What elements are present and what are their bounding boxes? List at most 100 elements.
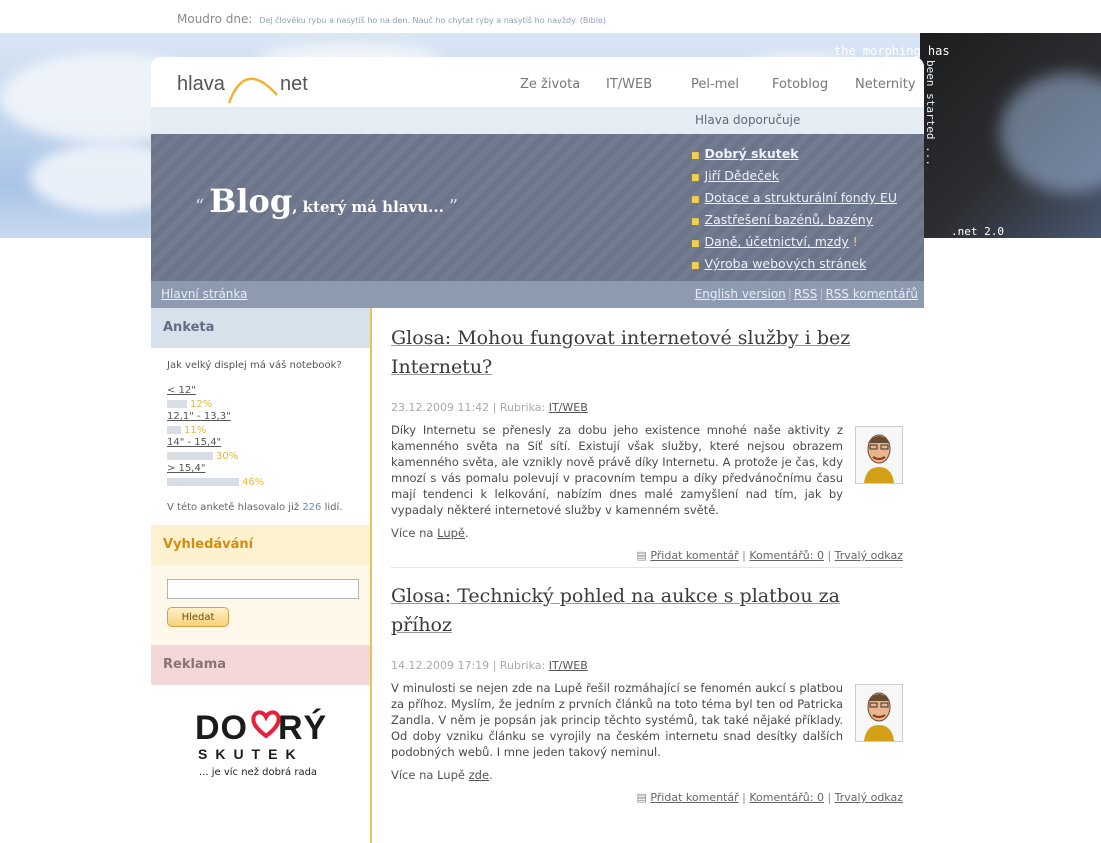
article: Glosa: Technický pohled na aukce s platb…: [391, 568, 903, 804]
poll-result-3: 30%: [167, 450, 354, 462]
article-list: Glosa: Mohou fungovat internetové služby…: [391, 308, 903, 804]
poll-question: Jak velký displej má váš notebook?: [167, 360, 342, 371]
nav-item-neternity[interactable]: Neternity: [855, 77, 916, 92]
poll-option-3[interactable]: 14" - 15,4": [167, 437, 354, 448]
read-more-suffix: .: [489, 768, 493, 782]
tagline-open-quote: “: [195, 196, 205, 217]
article-rubric-label: | Rubrika:: [492, 659, 546, 672]
comments-count-link[interactable]: Komentářů: 0: [749, 549, 824, 562]
ad-brand-line2: SKUTEK: [198, 746, 304, 762]
article-actions: ▤ Přidat komentář | Komentářů: 0 | Trval…: [636, 791, 903, 804]
recommend-item[interactable]: ■ Výroba webových stránek: [691, 254, 897, 276]
poll-percent: 12%: [190, 398, 213, 410]
tagline-blog: Blog: [209, 182, 293, 220]
poll-bar: [167, 426, 181, 434]
poll-option-2[interactable]: 12,1" - 13,3": [167, 411, 354, 422]
recommend-link[interactable]: Daně, účetnictví, mzdy: [705, 234, 849, 249]
poll-option-1[interactable]: < 12": [167, 385, 354, 396]
poll-bar: [167, 400, 187, 408]
english-version-link[interactable]: English version: [695, 287, 786, 301]
poll-votes: V této anketě hlasovalo již 226 lidí.: [167, 502, 354, 525]
ad-brand-a: DO: [195, 709, 248, 747]
morphing-text-vertical: been started ...: [924, 60, 937, 166]
add-comment-link[interactable]: Přidat komentář: [650, 549, 738, 562]
ad-brand-b: RÝ: [278, 709, 328, 747]
recommend-item[interactable]: ■ Daně, účetnictví, mzdy !: [691, 232, 897, 254]
comment-icon: ▤: [636, 791, 647, 804]
read-more-suffix: .: [464, 526, 469, 540]
article-rubric-label: | Rubrika:: [492, 401, 546, 414]
recommend-link[interactable]: Jiří Dědeček: [705, 168, 780, 183]
read-more-link[interactable]: Lupě: [437, 526, 465, 540]
article-body: Díky Internetu se přenesly za dobu jeho …: [391, 422, 903, 518]
poll-heading: Anketa: [151, 308, 370, 348]
home-link[interactable]: Hlavní stránka: [161, 287, 248, 301]
permalink-link[interactable]: Trvalý odkaz: [835, 791, 903, 804]
recommend-item[interactable]: ■ Zastřešení bazénů, bazény: [691, 210, 897, 232]
recommend-list: ■ Dobrý skutek ■ Jiří Dědeček ■ Dotace a st…: [691, 144, 897, 276]
read-more-prefix: Více na: [391, 526, 434, 540]
search-input[interactable]: [167, 579, 359, 599]
recommend-link[interactable]: Zastřešení bazénů, bazény: [705, 212, 874, 227]
article-text: V minulosti se nejen zde na Lupě řešil r…: [391, 681, 843, 759]
page-container: hlava net Ze života IT/WEB Pel-mel Fotob…: [151, 57, 924, 843]
tagline-close-quote: ”: [448, 196, 459, 217]
poll-option-link[interactable]: 12,1" - 13,3": [167, 411, 231, 422]
article-rubric-link[interactable]: IT/WEB: [549, 659, 588, 672]
article-rubric-link[interactable]: IT/WEB: [549, 401, 588, 414]
add-comment-link[interactable]: Přidat komentář: [650, 791, 738, 804]
rss-link[interactable]: RSS: [794, 287, 818, 301]
tagline-rest: , který má hlavu...: [292, 198, 444, 216]
ads-heading: Reklama: [151, 645, 370, 685]
search-button[interactable]: Hledat: [167, 607, 229, 627]
article: Glosa: Mohou fungovat internetové služby…: [391, 308, 903, 568]
article-title[interactable]: Glosa: Mohou fungovat internetové služby…: [391, 324, 903, 382]
search-box: Hledat: [151, 565, 370, 645]
recommend-item[interactable]: ■ Dotace a strukturální fondy EU: [691, 188, 897, 210]
article-meta: 23.12.2009 11:42 | Rubrika: IT/WEB: [391, 401, 903, 414]
separator: |: [819, 287, 824, 301]
search-heading: Vyhledávání: [151, 525, 370, 565]
article-text: Díky Internetu se přenesly za dobu jeho …: [391, 423, 843, 517]
author-avatar: [855, 426, 903, 484]
article-body: V minulosti se nejen zde na Lupě řešil r…: [391, 680, 903, 760]
recommend-link[interactable]: Dobrý skutek: [705, 146, 799, 161]
site-logo[interactable]: hlava net: [177, 73, 308, 104]
sidebar: Anketa Jak velký displej má váš notebook…: [151, 308, 372, 843]
comments-count-link[interactable]: Komentářů: 0: [749, 791, 824, 804]
recommend-title: Hlava doporučuje: [695, 113, 801, 127]
nav-item-fotoblog[interactable]: Fotoblog: [772, 77, 828, 92]
poll-option-4[interactable]: > 15,4": [167, 463, 354, 474]
bullet-icon: ■: [691, 195, 700, 205]
nav-item-it-web[interactable]: IT/WEB: [606, 77, 652, 92]
daily-wisdom-label: Moudro dne:: [177, 12, 253, 26]
morphing-text: the morphing has: [834, 44, 950, 58]
blog-banner: “ Blog, který má hlavu... ” ■ Dobrý skute…: [151, 134, 924, 281]
bird-image: [920, 33, 1101, 238]
recommend-link[interactable]: Dotace a strukturální fondy EU: [705, 190, 898, 205]
poll-option-link[interactable]: < 12": [167, 385, 196, 396]
poll-result-4: 46%: [167, 476, 354, 488]
article-title[interactable]: Glosa: Technický pohled na aukce s platb…: [391, 582, 903, 640]
permalink-link[interactable]: Trvalý odkaz: [835, 549, 903, 562]
recommend-item[interactable]: ■ Dobrý skutek: [691, 144, 897, 166]
read-more: Více na Lupě.: [391, 526, 903, 540]
recommend-link[interactable]: Výroba webových stránek: [705, 256, 867, 271]
exclamation-mark: !: [852, 234, 858, 249]
poll-percent: 30%: [216, 450, 239, 462]
dobry-skutek-ad[interactable]: DO RÝ SKUTEK ... je víc než dobrá rada: [151, 685, 370, 805]
nav-item-ze-zivota[interactable]: Ze života: [520, 77, 580, 92]
comment-icon: ▤: [636, 549, 647, 562]
ad-slogan: ... je víc než dobrá rada: [199, 767, 318, 778]
poll-option-link[interactable]: 14" - 15,4": [167, 437, 221, 448]
recommend-item[interactable]: ■ Jiří Dědeček: [691, 166, 897, 188]
poll-option-link[interactable]: > 15,4": [167, 463, 205, 474]
author-avatar: [855, 684, 903, 742]
poll-votes-prefix: V této anketě hlasovalo již: [167, 502, 300, 513]
rss-comments-link[interactable]: RSS komentářů: [825, 287, 918, 301]
nav-item-pel-mel[interactable]: Pel-mel: [691, 77, 739, 92]
read-more: Více na Lupě zde.: [391, 768, 903, 782]
read-more-link[interactable]: zde: [469, 768, 489, 782]
top-navigation-bar: hlava net Ze života IT/WEB Pel-mel Fotob…: [151, 57, 924, 107]
link-bar-right: English version | RSS | RSS komentářů: [695, 287, 918, 301]
